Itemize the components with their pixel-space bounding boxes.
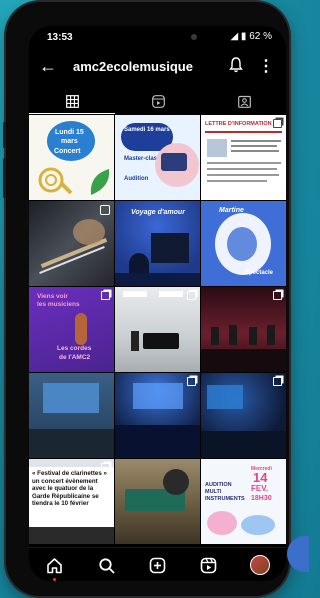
carousel-icon [187, 377, 196, 386]
status-bar: 13:53 ◢ ▮ 62 % [29, 26, 286, 48]
posts-grid: Lundi 15 mars Concert Samedi 16 mars Mas… [29, 115, 286, 544]
front-camera [191, 34, 197, 40]
post-tile-piano-room[interactable] [115, 287, 200, 372]
post-tile-masterclass[interactable]: Samedi 16 mars Master-class Audition [115, 115, 200, 200]
bell-icon[interactable] [229, 57, 243, 78]
post-text: Concert [54, 148, 81, 155]
post-tile-newsletter[interactable]: LETTRE D'INFORMATION [201, 115, 286, 200]
more-options-icon[interactable]: ⋮ [258, 56, 274, 76]
post-text: 14 [253, 470, 268, 485]
bottom-navigation [29, 547, 286, 581]
post-tile-martine[interactable]: Martine Spectacle [201, 201, 286, 286]
post-text: LETTRE D'INFORMATION [205, 121, 272, 127]
nav-reels[interactable] [197, 554, 219, 576]
post-text: Voyage d'amour [131, 209, 185, 216]
carousel-icon [187, 291, 196, 300]
nav-create[interactable] [146, 554, 168, 576]
post-tile-festival-article[interactable]: « Festival de clarinettes » un concert é… [29, 459, 114, 544]
notification-dot [53, 578, 56, 581]
back-arrow-icon[interactable]: ← [39, 56, 57, 77]
post-text: 18H30 [251, 495, 272, 502]
post-text: FEV. [251, 484, 269, 493]
post-tile-choir[interactable] [201, 373, 286, 458]
status-icons: ◢ ▮ 62 % [230, 31, 272, 42]
nav-search[interactable] [95, 554, 117, 576]
tagged-person-icon [237, 95, 251, 108]
avatar [250, 555, 270, 575]
power-button [3, 122, 6, 148]
tab-tagged[interactable] [201, 88, 286, 114]
signal-icon: ◢ ▮ [230, 31, 247, 42]
carousel-icon [273, 377, 282, 386]
post-tile-voyage[interactable]: Voyage d'amour [115, 201, 200, 286]
profile-header: ← amc2ecolemusique ⋮ [29, 52, 286, 84]
leaf-illustration [90, 169, 110, 195]
post-text: Lundi 15 [55, 129, 84, 136]
post-text: de l'AMC2 [59, 354, 91, 361]
phone-frame: 13:53 ◢ ▮ 62 % ← amc2ecolemusique ⋮ Lund… [3, 2, 289, 596]
profile-tabs [29, 88, 286, 114]
nav-home[interactable] [43, 554, 65, 581]
profile-username: amc2ecolemusique [73, 59, 193, 74]
post-tile-stage-concert[interactable] [201, 287, 286, 372]
horn-illustration [38, 167, 73, 195]
plus-square-icon [149, 557, 165, 573]
battery-level: 62 % [249, 31, 272, 42]
post-tile-audition[interactable]: Mercredi 14 FEV. 18H30 AUDITION MULTI IN… [201, 459, 286, 544]
carousel-icon [273, 119, 282, 128]
post-text: Martine [219, 207, 244, 214]
app-screen: 13:53 ◢ ▮ 62 % ← amc2ecolemusique ⋮ Lund… [29, 26, 286, 581]
post-tile-cordes[interactable]: Viens voir les musiciens Les cordes de l… [29, 287, 114, 372]
post-text: Les cordes [57, 345, 92, 352]
post-text: Spectacle [245, 270, 274, 276]
tab-grid[interactable] [29, 88, 115, 114]
post-text: Samedi 16 mars [124, 127, 170, 133]
search-icon [98, 557, 114, 573]
reels-icon [151, 94, 165, 108]
home-icon [46, 557, 62, 573]
carousel-icon [101, 463, 110, 472]
post-tile-hall[interactable] [29, 373, 114, 458]
nav-profile[interactable] [249, 554, 271, 576]
post-tile-concert[interactable]: Lundi 15 mars Concert [29, 115, 114, 200]
reel-icon [100, 205, 110, 215]
post-text: Audition [124, 176, 149, 182]
post-text: INSTRUMENTS [205, 496, 245, 502]
status-time: 13:53 [47, 32, 73, 43]
volume-button [3, 158, 6, 198]
post-tile-guitar[interactable] [29, 201, 114, 286]
carousel-icon [101, 291, 110, 300]
floating-chat-button[interactable] [287, 536, 309, 572]
post-tile-recording[interactable] [115, 459, 200, 544]
post-tile-audience[interactable] [115, 373, 200, 458]
post-text: « Festival de clarinettes » un concert é… [32, 470, 107, 508]
post-text: mars [61, 138, 78, 145]
post-text: les musiciens [37, 301, 80, 308]
post-text: Viens voir [37, 293, 68, 300]
reels-icon [200, 557, 216, 573]
grid-icon [65, 94, 79, 108]
tab-reels[interactable] [115, 88, 201, 114]
carousel-icon [273, 291, 282, 300]
